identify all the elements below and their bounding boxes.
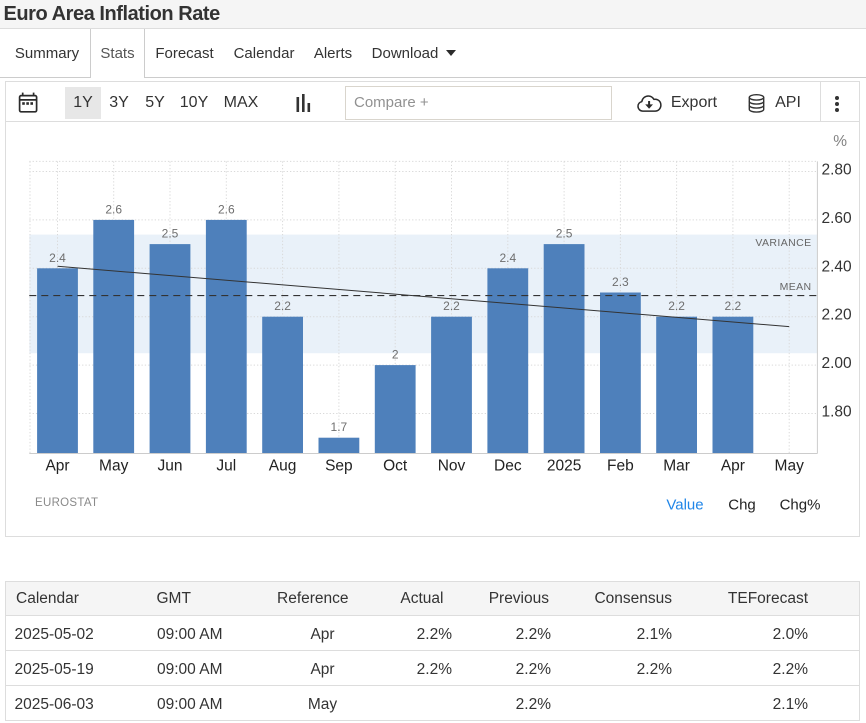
svg-text:2.5: 2.5: [556, 227, 573, 241]
svg-text:Aug: Aug: [269, 458, 297, 475]
svg-text:VARIANCE: VARIANCE: [755, 237, 811, 249]
svg-text:Apr: Apr: [45, 458, 69, 475]
svg-text:2.20: 2.20: [822, 307, 853, 324]
svg-text:2.2: 2.2: [274, 299, 291, 313]
svg-text:Dec: Dec: [494, 458, 522, 475]
svg-text:2025: 2025: [547, 458, 581, 475]
svg-text:2: 2: [392, 348, 399, 362]
svg-text:2.4: 2.4: [499, 251, 516, 265]
svg-text:1.7: 1.7: [331, 420, 348, 434]
svg-text:1.80: 1.80: [822, 404, 853, 421]
svg-text:Sep: Sep: [325, 458, 353, 475]
svg-text:Value: Value: [666, 497, 703, 514]
svg-text:2.40: 2.40: [822, 258, 853, 275]
svg-text:2.60: 2.60: [822, 210, 853, 227]
svg-text:MEAN: MEAN: [780, 281, 812, 293]
svg-text:2.2: 2.2: [725, 299, 742, 313]
svg-text:Chg: Chg: [728, 497, 756, 514]
svg-text:%: %: [833, 133, 847, 150]
svg-text:Nov: Nov: [438, 458, 466, 475]
svg-text:Mar: Mar: [663, 458, 690, 475]
svg-text:May: May: [775, 458, 805, 475]
svg-text:Oct: Oct: [383, 458, 408, 475]
svg-text:Jul: Jul: [216, 458, 236, 475]
svg-text:Apr: Apr: [721, 458, 745, 475]
svg-text:2.00: 2.00: [822, 355, 853, 372]
svg-text:May: May: [99, 458, 129, 475]
svg-text:2.3: 2.3: [612, 275, 629, 289]
svg-text:Chg%: Chg%: [780, 497, 821, 514]
svg-text:2.6: 2.6: [218, 202, 235, 216]
svg-text:Feb: Feb: [607, 458, 634, 475]
svg-text:2.2: 2.2: [443, 299, 460, 313]
svg-text:2.5: 2.5: [162, 227, 179, 241]
svg-text:2.6: 2.6: [105, 202, 122, 216]
svg-text:Jun: Jun: [158, 458, 183, 475]
svg-text:2.80: 2.80: [822, 162, 853, 179]
svg-text:2.4: 2.4: [49, 251, 66, 265]
svg-text:EUROSTAT: EUROSTAT: [35, 497, 98, 509]
svg-text:2.2: 2.2: [668, 299, 685, 313]
